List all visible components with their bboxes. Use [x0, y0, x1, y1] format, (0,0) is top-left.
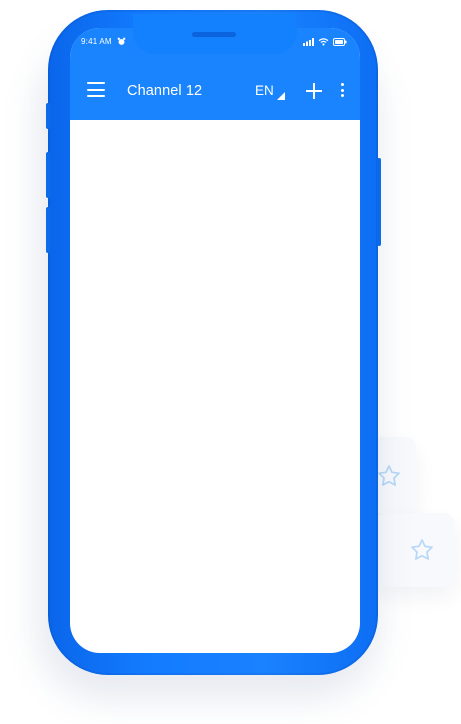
hamburger-menu-icon[interactable]: [87, 82, 105, 98]
vertical-ellipsis-icon[interactable]: [340, 83, 344, 97]
mute-switch: [46, 103, 50, 129]
corner-triangle-icon: [277, 92, 285, 100]
battery-icon: [333, 38, 347, 46]
language-selector[interactable]: EN: [255, 83, 274, 99]
wifi-icon: [318, 38, 329, 46]
signal-icon: [303, 38, 314, 46]
power-button: [377, 158, 381, 246]
page-title: Channel 12: [127, 83, 203, 99]
alarm-icon: [117, 37, 126, 45]
volume-up-button: [46, 152, 50, 198]
speaker-grille: [192, 32, 236, 37]
phone-screen: [70, 28, 360, 653]
volume-down-button: [46, 207, 50, 253]
background-card-bottom: [376, 513, 454, 587]
plus-icon[interactable]: [306, 83, 322, 99]
star-outline-icon: [411, 539, 433, 560]
status-time: 9:41 AM: [81, 37, 112, 46]
